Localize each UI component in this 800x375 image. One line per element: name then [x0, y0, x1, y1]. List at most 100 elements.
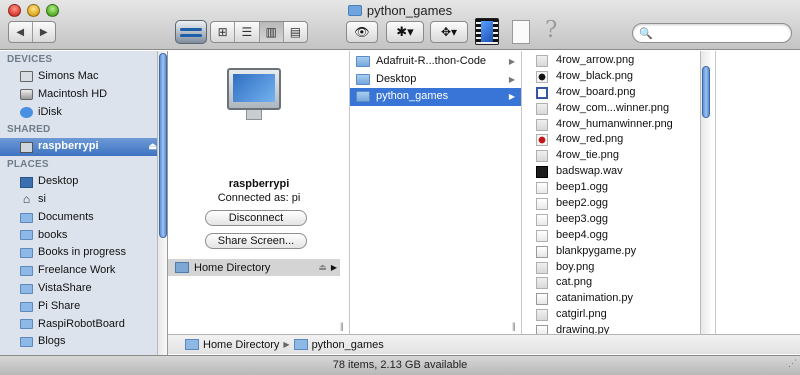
files-scrollbar[interactable]: [700, 51, 711, 334]
sidebar-scrollbar[interactable]: [157, 51, 167, 357]
dropbox-icon: ✥▾: [440, 25, 458, 39]
file-row[interactable]: catanimation.py: [522, 291, 715, 307]
document-icon[interactable]: [512, 20, 530, 44]
file-row[interactable]: catgirl.png: [522, 307, 715, 323]
file-row-label: 4row_black.png: [556, 69, 634, 82]
folder-row-desktop[interactable]: Desktop ▶: [350, 71, 521, 89]
file-row[interactable]: 4row_board.png: [522, 85, 715, 101]
image-file-icon: [536, 150, 548, 163]
sidebar-item-macintosh-hd[interactable]: Macintosh HD: [0, 86, 167, 104]
file-row[interactable]: 4row_red.png: [522, 132, 715, 148]
dropbox-menu-button[interactable]: ✥▾: [430, 21, 468, 43]
file-row-label: 4row_red.png: [556, 133, 624, 146]
sidebar-item-raspberrypi[interactable]: raspberrypi ⏏: [0, 138, 167, 157]
file-row[interactable]: 4row_tie.png: [522, 148, 715, 164]
folder-row-python-games[interactable]: python_games ▶: [350, 88, 521, 106]
sidebar-item-label: raspberrypi: [38, 140, 99, 153]
sidebar-item-raspirobotboard[interactable]: RaspiRobotBoard: [0, 316, 167, 334]
sidebar-item-idisk[interactable]: iDisk: [0, 104, 167, 122]
share-screen-button[interactable]: Share Screen...: [205, 233, 307, 249]
window-resize-handle[interactable]: ⋰: [788, 354, 797, 373]
audio-file-icon: [536, 213, 548, 226]
sidebar-item-label: si: [38, 192, 46, 205]
file-row-label: 4row_tie.png: [556, 149, 619, 162]
image-file-icon: [536, 86, 548, 99]
sidebar-item-label: Pi Share: [38, 299, 81, 312]
file-row[interactable]: beep1.ogg: [522, 180, 715, 196]
sidebar-item-vistashare[interactable]: VistaShare: [0, 280, 167, 298]
file-row[interactable]: beep4.ogg: [522, 228, 715, 244]
file-row[interactable]: 4row_arrow.png: [522, 53, 715, 69]
back-forward-control: ◀ ▶: [8, 21, 56, 43]
home-directory-label: Home Directory: [194, 261, 271, 274]
coverflow-view-button[interactable]: ▤: [282, 22, 307, 42]
sidebar-item-desktop[interactable]: Desktop: [0, 173, 167, 191]
eject-icon[interactable]: ⏏: [318, 262, 327, 273]
home-directory-item[interactable]: Home Directory ⏏ ▶: [168, 259, 340, 276]
file-row[interactable]: 4row_black.png: [522, 69, 715, 85]
image-file-icon: [536, 54, 548, 67]
app-logo-icon[interactable]: [175, 20, 207, 44]
sidebar-item-freelance-work[interactable]: Freelance Work: [0, 262, 167, 280]
idisk-icon: [20, 106, 33, 118]
status-text: 78 items, 2.13 GB available: [332, 359, 468, 371]
file-row-label: catgirl.png: [556, 308, 607, 321]
sidebar-scroll-thumb[interactable]: [159, 53, 167, 238]
file-row[interactable]: boy.png: [522, 260, 715, 276]
quick-look-button[interactable]: 👁: [346, 21, 378, 43]
home-icon: ⌂: [22, 192, 31, 207]
file-row-label: cat.png: [556, 276, 593, 289]
image-file-icon: [536, 118, 548, 131]
folder-row-adafruit[interactable]: Adafruit-R...thon-Code ▶: [350, 53, 521, 71]
folder-icon: [293, 339, 308, 350]
file-row[interactable]: 4row_humanwinner.png: [522, 117, 715, 133]
eject-icon[interactable]: ⏏: [148, 138, 157, 156]
search-field[interactable]: 🔍: [632, 23, 792, 43]
file-row[interactable]: blankpygame.py: [522, 244, 715, 260]
help-icon[interactable]: ?: [545, 17, 557, 43]
chevron-right-icon: ▶: [508, 74, 515, 84]
file-row-label: drawing.py: [556, 324, 610, 334]
action-menu-button[interactable]: ✱▾: [386, 21, 424, 43]
sidebar-item-simons-mac[interactable]: Simons Mac: [0, 68, 167, 86]
sidebar-item-books[interactable]: books: [0, 227, 167, 245]
image-file-icon: [536, 261, 548, 274]
file-row-label: beep4.ogg: [556, 228, 608, 241]
sidebar-item-blogs[interactable]: Blogs: [0, 333, 167, 351]
list-view-button[interactable]: ☰: [234, 22, 258, 42]
file-row[interactable]: beep3.ogg: [522, 212, 715, 228]
file-row[interactable]: badswap.wav: [522, 164, 715, 180]
sidebar-item-documents[interactable]: Documents: [0, 209, 167, 227]
column-view-button[interactable]: ▥: [258, 22, 283, 42]
files-scroll-thumb[interactable]: [702, 66, 710, 118]
sidebar-header-shared: SHARED: [7, 124, 51, 136]
sidebar-item-label: Desktop: [38, 175, 79, 188]
folder-icon: [356, 73, 370, 85]
file-row[interactable]: cat.png: [522, 275, 715, 291]
icon-view-button[interactable]: ⊞: [211, 22, 234, 42]
disconnect-button[interactable]: Disconnect: [205, 210, 307, 226]
column-resize-handle[interactable]: ||: [512, 321, 516, 331]
window-title: python_games: [0, 3, 800, 18]
sidebar-item-books-in-progress[interactable]: Books in progress: [0, 244, 167, 262]
audio-file-icon: [536, 197, 548, 210]
file-row[interactable]: 4row_com...winner.png: [522, 101, 715, 117]
forward-button[interactable]: ▶: [31, 22, 56, 42]
file-row-label: 4row_board.png: [556, 85, 636, 98]
file-row-label: catanimation.py: [556, 292, 634, 305]
movie-icon[interactable]: [475, 18, 499, 45]
path-segment[interactable]: Home Directory: [203, 339, 279, 351]
back-button[interactable]: ◀: [9, 22, 32, 42]
path-separator-icon: ▶: [283, 340, 290, 349]
image-file-icon: [536, 277, 548, 290]
column-resize-handle[interactable]: ||: [340, 321, 344, 331]
server-name: raspberrypi: [228, 178, 290, 190]
window-toolbar: python_games ◀ ▶ ⊞ ☰ ▥ ▤ 👁 ✱▾ ✥▾ ? 🔍: [0, 0, 800, 50]
sidebar-item-si[interactable]: ⌂ si: [0, 191, 167, 209]
path-segment[interactable]: python_games: [312, 339, 384, 351]
sidebar-item-pi-share[interactable]: Pi Share: [0, 298, 167, 316]
file-row[interactable]: drawing.py: [522, 323, 715, 334]
file-row[interactable]: beep2.ogg: [522, 196, 715, 212]
folder-icon: [20, 337, 33, 348]
chevron-right-icon: ▶: [330, 263, 337, 272]
